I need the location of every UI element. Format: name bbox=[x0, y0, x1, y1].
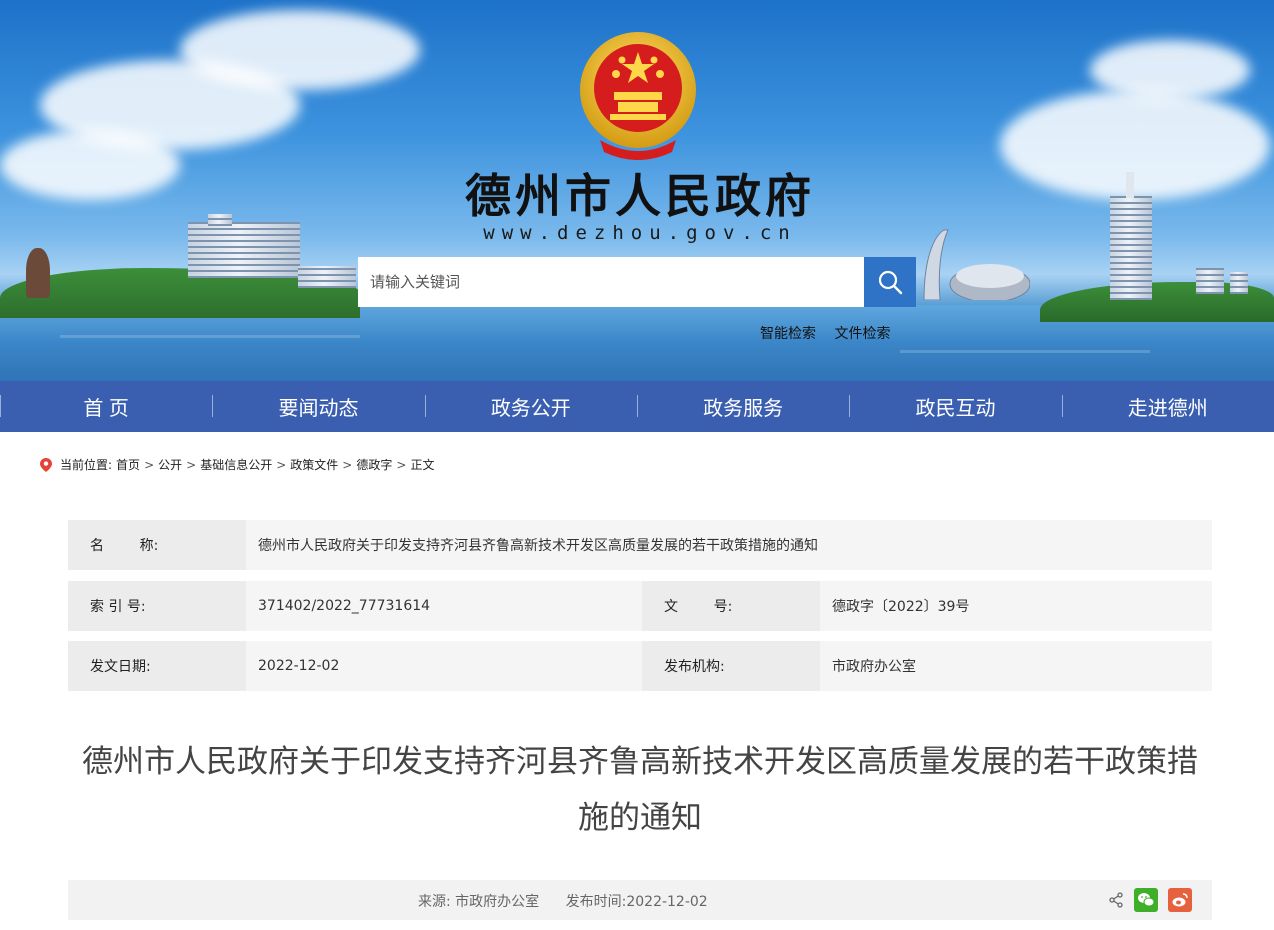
breadcrumb-separator: > bbox=[276, 457, 287, 472]
breadcrumb-separator: > bbox=[144, 457, 155, 472]
tower bbox=[1110, 196, 1152, 300]
breadcrumb: 当前位置: 首页 > 公开 > 基础信息公开 > 政策文件 > 德政字 > 正文 bbox=[40, 456, 434, 473]
cloud bbox=[1000, 90, 1270, 200]
nav-item-home[interactable]: 首 页 bbox=[0, 381, 212, 432]
building bbox=[208, 214, 232, 226]
date-value: 2022-12-02 bbox=[246, 641, 642, 691]
org-value: 市政府办公室 bbox=[820, 641, 1212, 691]
statue bbox=[26, 248, 50, 298]
nav-item-interaction[interactable]: 政民互动 bbox=[849, 381, 1061, 432]
weibo-share-button[interactable] bbox=[1168, 888, 1192, 912]
water-reflection bbox=[60, 335, 360, 338]
nav-item-government-affairs[interactable]: 政务公开 bbox=[424, 381, 637, 432]
building bbox=[188, 222, 300, 278]
site-url: www.dezhou.gov.cn bbox=[483, 222, 797, 244]
search-icon bbox=[878, 270, 903, 295]
breadcrumb-item-policy-docs[interactable]: 政策文件 bbox=[290, 456, 338, 473]
date-label: 发文日期: bbox=[68, 641, 246, 691]
index-value: 371402/2022_77731614 bbox=[246, 581, 642, 631]
breadcrumb-prefix: 当前位置: bbox=[60, 458, 113, 472]
breadcrumb-separator: > bbox=[186, 457, 197, 472]
search-button[interactable] bbox=[864, 257, 916, 307]
info-row-date: 发文日期: 2022-12-02 发布机构: 市政府办公室 bbox=[68, 641, 1212, 691]
source-info: 来源: 市政府办公室 发布时间:2022-12-02 bbox=[418, 891, 730, 911]
publish-time: 发布时间:2022-12-02 bbox=[565, 894, 708, 910]
cloud bbox=[180, 10, 420, 90]
water-reflection bbox=[900, 350, 1150, 353]
name-label: 名 称: bbox=[68, 520, 246, 570]
file-search-link[interactable]: 文件检索 bbox=[834, 326, 890, 342]
index-label: 索 引 号: bbox=[68, 581, 246, 631]
breadcrumb-item-current: 正文 bbox=[410, 458, 435, 472]
building bbox=[1230, 272, 1248, 294]
site-header: 德州市人民政府 www.dezhou.gov.cn 智能检索 文件检索 bbox=[0, 0, 1274, 381]
wechat-share-button[interactable] bbox=[1134, 888, 1158, 912]
building bbox=[298, 266, 356, 288]
wechat-icon bbox=[1138, 893, 1155, 907]
breadcrumb-item-public[interactable]: 公开 bbox=[158, 456, 182, 473]
info-row-name: 名 称: 德州市人民政府关于印发支持齐河县齐鲁高新技术开发区高质量发展的若干政策… bbox=[68, 520, 1212, 570]
breadcrumb-item-basic-info[interactable]: 基础信息公开 bbox=[200, 456, 272, 473]
smart-search-link[interactable]: 智能检索 bbox=[760, 326, 816, 342]
share-buttons bbox=[1108, 888, 1192, 912]
national-emblem-icon bbox=[580, 32, 696, 160]
docno-label: 文 号: bbox=[642, 581, 820, 631]
weibo-icon bbox=[1172, 893, 1188, 907]
nav-item-about-dezhou[interactable]: 走进德州 bbox=[1061, 381, 1274, 432]
cloud bbox=[1090, 40, 1250, 100]
org-label: 发布机构: bbox=[642, 641, 820, 691]
name-value: 德州市人民政府关于印发支持齐河县齐鲁高新技术开发区高质量发展的若干政策措施的通知 bbox=[246, 520, 1212, 570]
tower-spire bbox=[1126, 172, 1134, 198]
article-title-line1: 德州市人民政府关于印发支持齐河县齐鲁高新技术开发区高质量发展的若干政策措 bbox=[82, 744, 1198, 779]
breadcrumb-item-dezhengzi[interactable]: 德政字 bbox=[356, 456, 392, 473]
article-title-line2: 施的通知 bbox=[578, 800, 702, 835]
share-icon[interactable] bbox=[1108, 892, 1124, 908]
modern-pavilion bbox=[923, 229, 1030, 300]
search-input[interactable] bbox=[358, 257, 864, 307]
article-title: 德州市人民政府关于印发支持齐河县齐鲁高新技术开发区高质量发展的若干政策措 施的通… bbox=[60, 734, 1220, 846]
breadcrumb-item-home[interactable]: 首页 bbox=[116, 456, 140, 473]
source-label: 来源: 市政府办公室 bbox=[418, 894, 540, 910]
info-row-index: 索 引 号: 371402/2022_77731614 文 号: 德政字〔202… bbox=[68, 581, 1212, 631]
source-bar: 来源: 市政府办公室 发布时间:2022-12-02 bbox=[68, 880, 1212, 920]
breadcrumb-separator: > bbox=[396, 457, 407, 472]
building bbox=[1196, 268, 1224, 294]
docno-value: 德政字〔2022〕39号 bbox=[820, 581, 1212, 631]
search-links: 智能检索 文件检索 bbox=[760, 323, 904, 343]
breadcrumb-separator: > bbox=[342, 457, 353, 472]
main-nav: 首 页 要闻动态 政务公开 政务服务 政民互动 走进德州 bbox=[0, 381, 1274, 432]
site-title: 德州市人民政府 bbox=[465, 169, 815, 223]
nav-item-government-services[interactable]: 政务服务 bbox=[636, 381, 849, 432]
cloud bbox=[0, 130, 180, 200]
location-pin-icon bbox=[40, 457, 52, 472]
nav-item-news[interactable]: 要闻动态 bbox=[212, 381, 424, 432]
